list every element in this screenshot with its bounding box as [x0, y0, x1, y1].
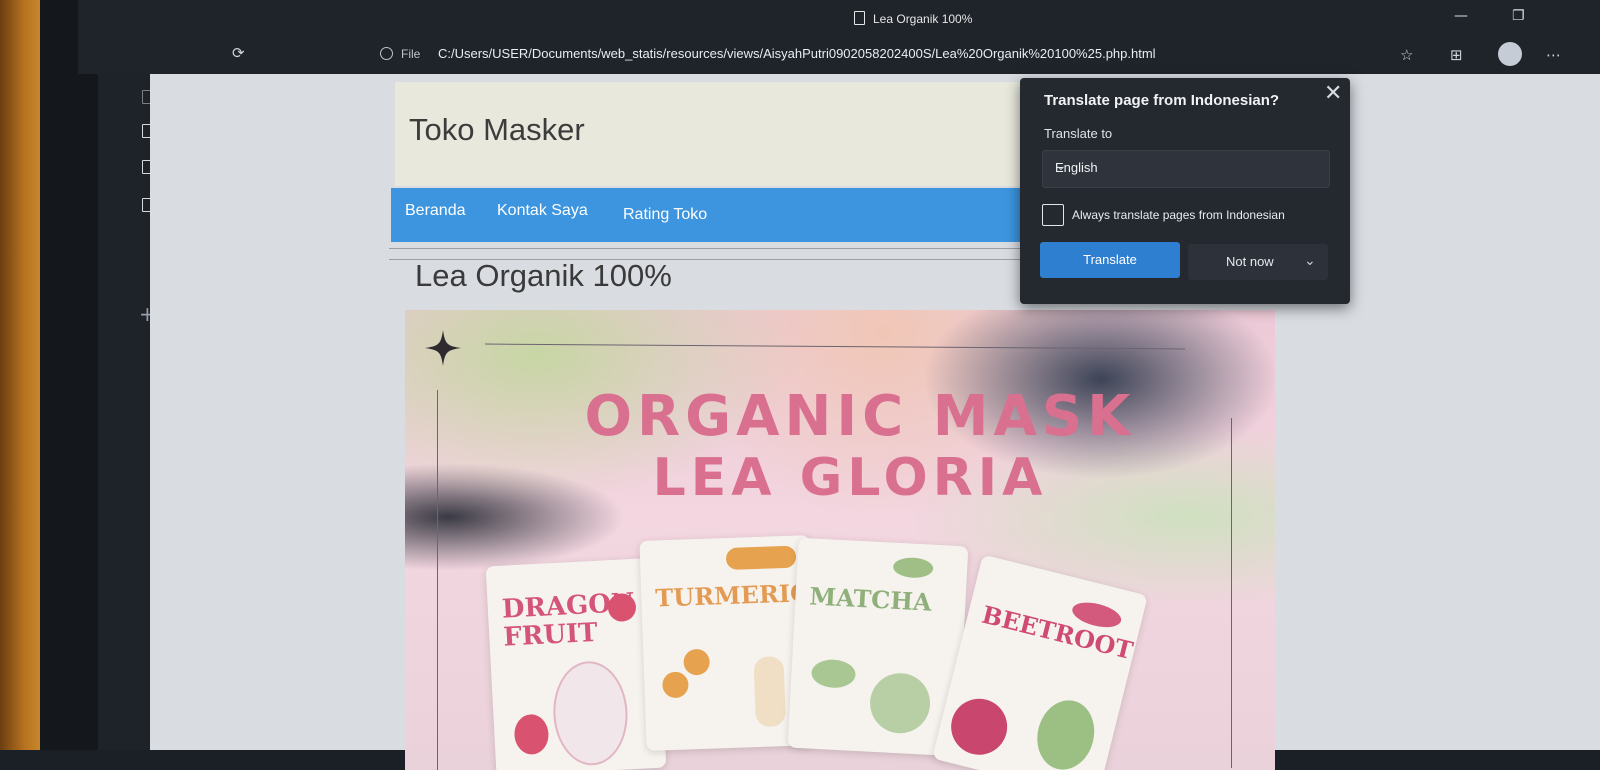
translate-popup: Translate page from Indonesian? ✕ Transl…: [1020, 78, 1350, 304]
matcha-illustration: [868, 671, 932, 735]
file-label-text: File: [401, 47, 421, 61]
pack-flavor: TURMERIC: [654, 578, 810, 613]
turmeric-illustration: [725, 545, 797, 571]
matcha-illustration: [810, 658, 857, 689]
address-bar: ⟳ File C:/Users/USER/Documents/web_stati…: [78, 38, 1600, 74]
pack-flavor: MATCHA: [808, 581, 933, 617]
product-banner-image: ORGANIC MASK LEA GLORIA DRAGON FRUIT TUR…: [405, 310, 1275, 770]
not-now-label: Not now: [1226, 254, 1274, 269]
pack-flavor: DRAGON FRUIT: [501, 587, 636, 653]
banner-rule: [485, 343, 1185, 350]
turmeric-illustration: [661, 671, 689, 699]
refresh-icon[interactable]: ⟳: [232, 44, 245, 62]
dragon-fruit-illustration: [513, 713, 550, 756]
translate-button[interactable]: Translate: [1040, 242, 1180, 278]
more-menu-icon[interactable]: ⋯: [1546, 46, 1561, 64]
banner-subheadline: LEA GLORIA: [652, 448, 1048, 508]
sparkle-icon: [425, 330, 461, 366]
restore-icon[interactable]: ❐: [1512, 8, 1525, 24]
page-heading: Lea Organik 100%: [415, 258, 672, 293]
collections-icon[interactable]: ⊞: [1450, 46, 1463, 64]
url-field[interactable]: C:/Users/USER/Documents/web_statis/resou…: [438, 46, 1156, 61]
window-title: Lea Organik 100%: [854, 11, 972, 26]
site-title: Toko Masker: [409, 112, 585, 147]
beetroot-illustration: [945, 692, 1014, 761]
minimize-icon[interactable]: —: [1454, 8, 1468, 24]
language-select[interactable]: English ⌄: [1042, 150, 1330, 188]
banner-headline: ORGANIC MASK: [584, 384, 1136, 449]
turmeric-illustration: [683, 648, 711, 676]
close-icon[interactable]: ✕: [1324, 80, 1342, 106]
page-icon: [854, 11, 865, 25]
nav-link-rating-toko[interactable]: Rating Toko: [623, 206, 707, 224]
nav-link-kontak-saya[interactable]: Kontak Saya: [497, 202, 588, 220]
web-viewport: Toko Masker Beranda Kontak Saya Rating T…: [150, 74, 1600, 770]
translate-to-label: Translate to: [1044, 126, 1113, 141]
turmeric-illustration: [753, 656, 786, 728]
translate-popup-title: Translate page from Indonesian?: [1044, 92, 1280, 109]
nav-link-beranda[interactable]: Beranda: [405, 202, 466, 220]
chevron-down-icon: ⌄: [1055, 157, 1067, 173]
file-indicator[interactable]: File: [380, 47, 420, 61]
mask-pack-dragon-fruit: DRAGON FRUIT: [485, 557, 667, 770]
matcha-illustration: [892, 556, 934, 579]
always-translate-checkbox[interactable]: [1042, 204, 1064, 226]
favorites-icon[interactable]: ☆: [1400, 46, 1413, 64]
profile-avatar-icon[interactable]: [1498, 42, 1522, 66]
chevron-down-icon[interactable]: ⌄: [1304, 252, 1316, 269]
always-translate-label: Always translate pages from Indonesian: [1072, 208, 1285, 222]
dragon-fruit-illustration: [550, 659, 631, 768]
title-bar: Lea Organik 100% — ❐: [78, 0, 1600, 38]
beetroot-illustration: [1030, 694, 1102, 770]
window-title-text: Lea Organik 100%: [873, 12, 973, 26]
not-now-button[interactable]: Not now ⌄: [1188, 244, 1328, 280]
